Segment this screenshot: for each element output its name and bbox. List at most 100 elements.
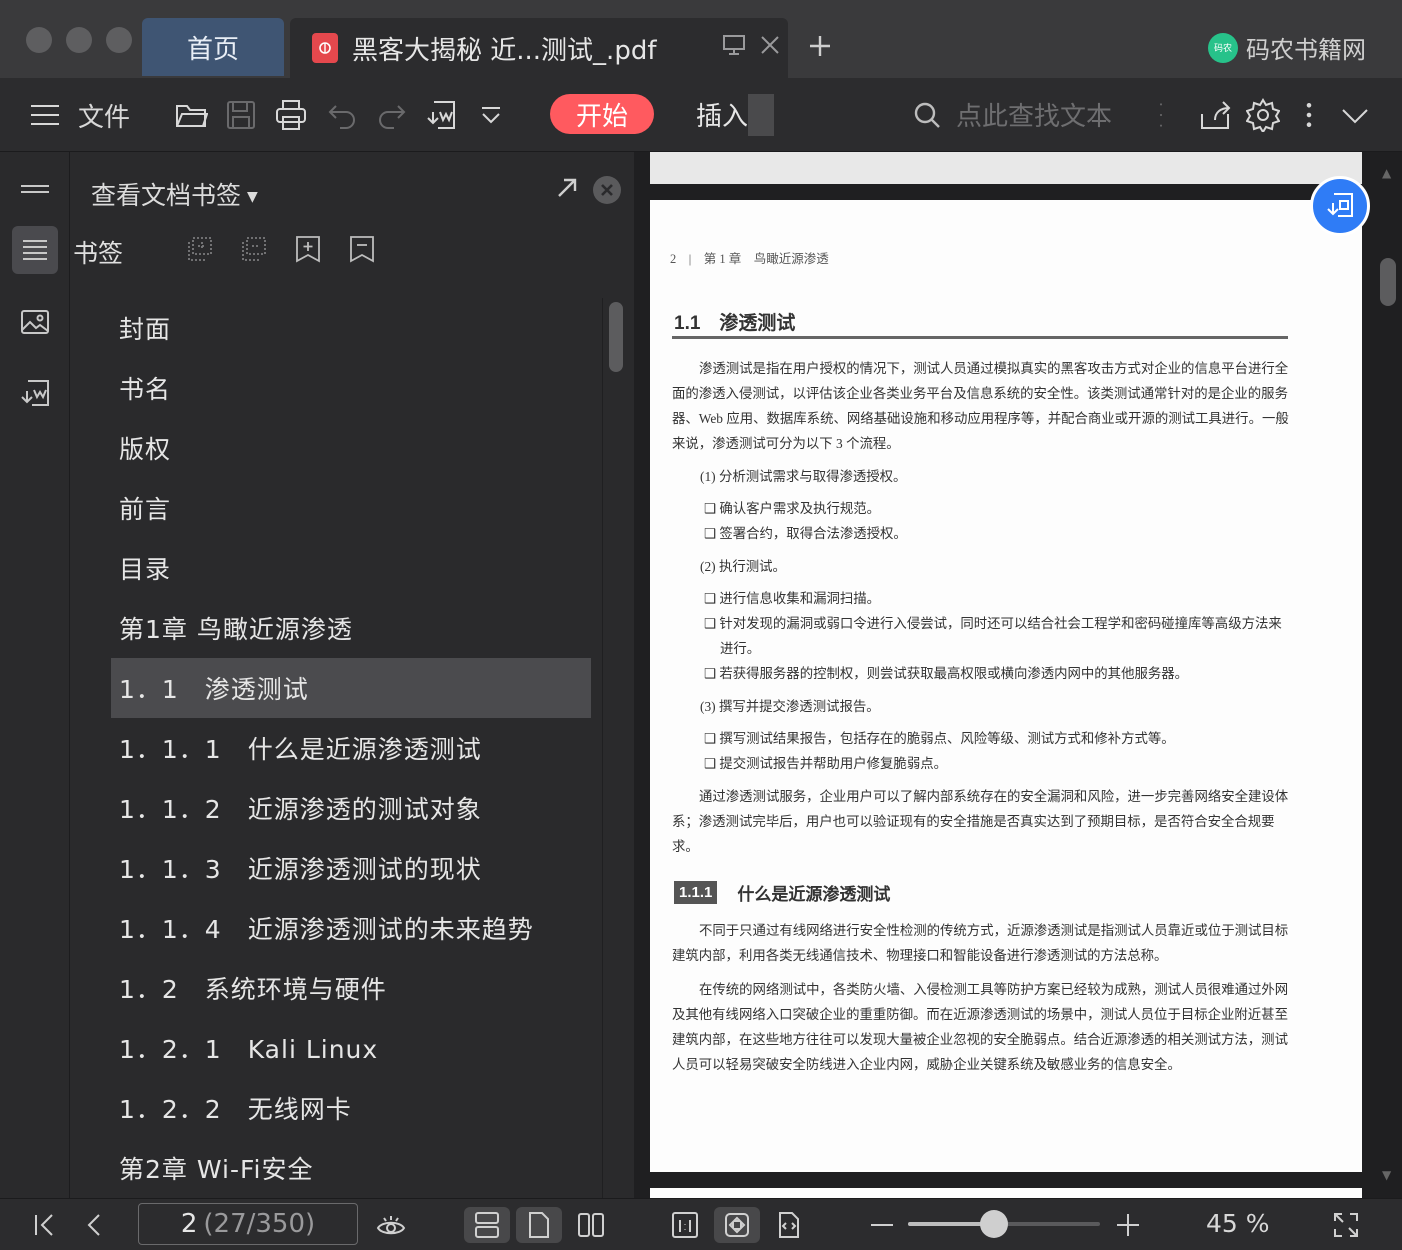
heading-rule (672, 336, 1288, 339)
close-window-button[interactable] (26, 27, 52, 53)
bookmark-panel: 查看文档书签 ▼ 书签 封面 书名 版权 前言 目录 第1章 鸟瞰近源渗透 1．1 渗透测试 1… (71, 152, 633, 1198)
bookmark-item[interactable]: 1．1．4 近源渗透测试的未来趋势 (111, 898, 591, 958)
bullet-item: ❑ 针对发现的漏洞或弱口令进行入侵尝试，同时还可以结合社会工程学和密码碰撞库等高… (704, 616, 1282, 656)
save-icon[interactable] (224, 96, 258, 134)
bookmark-item[interactable]: 1．1．2 近源渗透的测试对象 (111, 778, 591, 838)
tab-insert[interactable]: 插入 (696, 96, 748, 133)
page-number-input[interactable]: 2 (27/350) (138, 1203, 358, 1245)
two-page-icon[interactable] (568, 1207, 614, 1243)
more-tools-chevron-icon[interactable] (474, 96, 508, 134)
actual-size-icon[interactable] (662, 1207, 708, 1243)
search-placeholder: 点此查找文本 (956, 102, 1113, 132)
export-icon[interactable] (424, 96, 458, 134)
bookmark-item[interactable]: 1．1．1 什么是近源渗透测试 (111, 718, 591, 778)
bullet-item: ❑ 若获得服务器的控制权，则尝试获取最高权限或横向渗透内网中的其他服务器。 (704, 666, 1189, 681)
share-icon[interactable] (1198, 96, 1232, 134)
bookmark-item[interactable]: 1．1．3 近源渗透测试的现状 (111, 838, 591, 898)
tab-start-label: 开始 (575, 101, 628, 132)
single-page-icon[interactable] (516, 1207, 562, 1243)
collapse-all-icon[interactable] (239, 234, 271, 266)
page-running-header: 2 | 第 1 章 鸟瞰近源渗透 (670, 252, 829, 266)
scroll-down-arrow-icon[interactable]: ▼ (1382, 1168, 1391, 1182)
brand-name: 码农书籍网 (1246, 36, 1366, 64)
paragraph: 通过渗透测试服务，企业用户可以了解内部系统存在的安全漏洞和风险，进一步完善网络安… (672, 789, 1289, 854)
panel-title-dropdown[interactable]: 查看文档书签 ▼ (91, 176, 258, 212)
bullet-item: ❑ 进行信息收集和漏洞扫描。 (704, 591, 881, 606)
fit-width-icon[interactable] (766, 1207, 812, 1243)
tab-insert-label: 插入 (696, 102, 749, 132)
floating-export-button[interactable] (1310, 176, 1370, 236)
thumbnail-image-icon[interactable] (12, 298, 58, 346)
page-count: (27/350) (203, 1209, 316, 1239)
current-page: 2 (180, 1209, 198, 1239)
settings-gear-icon[interactable] (1246, 96, 1280, 134)
print-icon[interactable] (274, 96, 308, 134)
bookmark-item[interactable]: 目录 (111, 538, 591, 598)
tab-document[interactable]: 黑客大揭秘 近...测试_.pdf (290, 18, 788, 78)
undo-icon[interactable] (326, 96, 360, 134)
search-box[interactable]: 点此查找文本 (912, 96, 1112, 133)
file-menu[interactable]: 文件 (78, 96, 130, 134)
more-options-icon[interactable] (1294, 96, 1324, 134)
expand-all-icon[interactable] (185, 234, 217, 266)
brand-logo: 码农 (1208, 32, 1238, 63)
minimize-window-button[interactable] (66, 27, 92, 53)
zoom-slider[interactable] (908, 1210, 1100, 1238)
zoom-in-icon[interactable] (1112, 1207, 1144, 1243)
pop-out-arrow-icon[interactable] (555, 176, 579, 207)
pdf-page: 2 | 第 1 章 鸟瞰近源渗透 1.1 渗透测试 渗透测试是指在用户授权的情况… (650, 200, 1362, 1172)
fullscreen-icon[interactable] (1328, 1207, 1364, 1243)
dropdown-caret-icon: ▼ (247, 189, 258, 205)
section-heading: 1.1 渗透测试 (674, 313, 796, 334)
remove-bookmark-icon[interactable] (347, 234, 379, 266)
bookmark-item[interactable]: 前言 (111, 478, 591, 538)
bookmark-scrollbar[interactable] (609, 302, 623, 372)
fit-page-icon[interactable] (714, 1207, 760, 1243)
next-page-edge (650, 1188, 1362, 1198)
plus-icon (810, 36, 830, 56)
redo-icon[interactable] (374, 96, 408, 134)
panel-collapse-icon[interactable] (12, 166, 58, 214)
collapse-chevron-icon[interactable] (1338, 96, 1372, 134)
add-bookmark-icon[interactable] (293, 234, 325, 266)
vertical-separator-dots (1146, 96, 1176, 134)
file-menu-label: 文件 (78, 102, 131, 133)
bookmark-item[interactable]: 书名 (111, 358, 591, 418)
close-tab-icon[interactable] (752, 34, 788, 62)
bookmark-item[interactable]: 1．2．1 Kali Linux (111, 1018, 591, 1078)
subsection-title: 什么是近源渗透测试 (737, 885, 891, 904)
zoom-level[interactable]: 45 % (1206, 1209, 1270, 1238)
bullet-item: ❑ 提交测试报告并帮助用户修复脆弱点。 (704, 756, 947, 771)
zoom-out-icon[interactable] (866, 1207, 898, 1243)
zoom-slider-handle[interactable] (980, 1210, 1009, 1238)
zoom-window-button[interactable] (106, 27, 132, 53)
panel-title-label: 查看文档书签 (91, 181, 242, 210)
bookmark-list-icon[interactable] (12, 226, 58, 274)
bookmark-item[interactable]: 1．1 渗透测试 (111, 658, 591, 718)
scroll-up-arrow-icon[interactable]: ▲ (1382, 166, 1391, 180)
eye-read-mode-icon[interactable] (376, 1207, 406, 1243)
paragraph: 渗透测试是指在用户授权的情况下，测试人员通过模拟真实的黑客攻击方式对企业的信息平… (672, 361, 1289, 451)
screen-icon[interactable] (716, 33, 752, 63)
step-item: (1) 分析测试需求与取得渗透授权。 (700, 469, 907, 484)
continuous-scroll-icon[interactable] (464, 1207, 510, 1243)
close-panel-icon[interactable] (593, 176, 621, 204)
open-folder-icon[interactable] (174, 96, 208, 134)
previous-page-icon[interactable] (80, 1207, 110, 1243)
bookmark-item[interactable]: 版权 (111, 418, 591, 478)
document-scrollbar[interactable] (1380, 258, 1396, 306)
bookmark-item[interactable]: 封面 (111, 298, 591, 358)
bookmark-item[interactable]: 第1章 鸟瞰近源渗透 (111, 598, 591, 658)
bookmark-item[interactable]: 第2章 Wi-Fi安全 (111, 1138, 591, 1198)
new-tab-button[interactable] (808, 28, 832, 66)
export-pdf-icon[interactable] (12, 370, 58, 418)
subsection-heading: 1.1.1 什么是近源渗透测试 (674, 880, 890, 905)
bookmark-item[interactable]: 1．2．2 无线网卡 (111, 1078, 591, 1138)
menu-icon[interactable] (28, 96, 62, 134)
bullet-item: ❑ 确认客户需求及执行规范。 (704, 501, 881, 516)
bookmark-item[interactable]: 1．2 系统环境与硬件 (111, 958, 591, 1018)
tab-home[interactable]: 首页 (142, 18, 284, 76)
ribbon-scroll-handle[interactable] (748, 94, 774, 136)
first-page-icon[interactable] (30, 1207, 60, 1243)
tab-start[interactable]: 开始 (550, 94, 654, 134)
